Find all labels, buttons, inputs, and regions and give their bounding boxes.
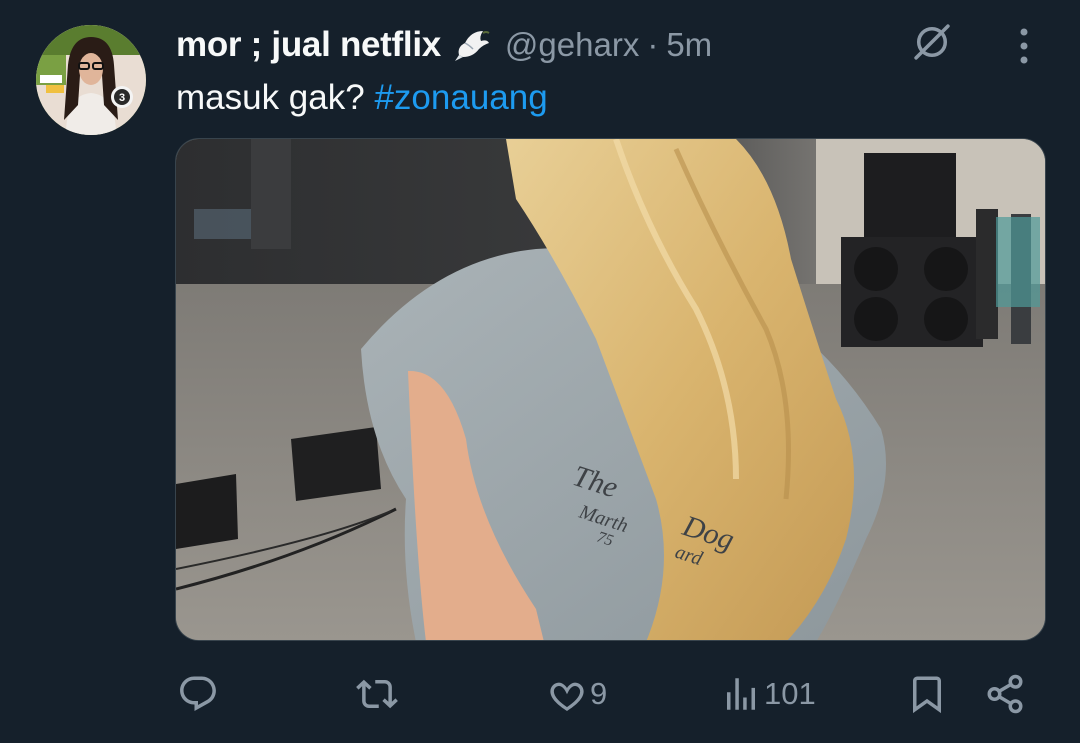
bookmark-button[interactable] <box>906 666 948 722</box>
display-name[interactable]: mor ; jual netflix <box>176 25 441 65</box>
views-button[interactable]: 101 <box>720 666 816 722</box>
timestamp[interactable]: 5m <box>666 26 712 64</box>
share-button[interactable] <box>984 666 1026 722</box>
tweet-card[interactable]: 3 mor ; jual netflix @geharx · 5m masuk … <box>0 0 1080 743</box>
hashtag-link[interactable]: #zonauang <box>374 78 547 117</box>
retweet-icon <box>356 679 398 709</box>
reply-button[interactable] <box>177 666 221 722</box>
retweet-button[interactable] <box>356 666 400 722</box>
more-options-button[interactable] <box>1004 24 1044 68</box>
more-vertical-icon <box>1020 28 1028 64</box>
tweet-text: masuk gak? #zonauang <box>176 76 548 120</box>
avatar-image: 3 <box>36 25 146 135</box>
tweet-header: mor ; jual netflix @geharx · 5m <box>176 22 712 68</box>
like-button[interactable]: 9 <box>546 666 607 722</box>
dove-emoji-icon <box>453 25 493 65</box>
heart-icon <box>550 682 584 711</box>
grok-icon <box>914 24 950 60</box>
photo: The Dog Marth ard 75 <box>176 139 1045 640</box>
views-count: 101 <box>764 676 816 711</box>
grok-button[interactable] <box>906 16 958 68</box>
action-bar: 9 101 <box>0 666 1080 722</box>
tweet-image[interactable]: The Dog Marth ard 75 <box>175 138 1046 641</box>
user-handle[interactable]: @geharx <box>505 26 639 64</box>
views-chart-icon <box>727 678 755 710</box>
like-count: 9 <box>590 676 608 711</box>
reply-icon <box>180 676 216 711</box>
separator-dot: · <box>647 26 659 63</box>
avatar-badge: 3 <box>119 92 125 104</box>
tweet-text-body: masuk gak? <box>176 78 365 117</box>
bookmark-icon <box>913 676 941 714</box>
share-icon <box>987 674 1023 714</box>
avatar[interactable]: 3 <box>36 25 146 135</box>
